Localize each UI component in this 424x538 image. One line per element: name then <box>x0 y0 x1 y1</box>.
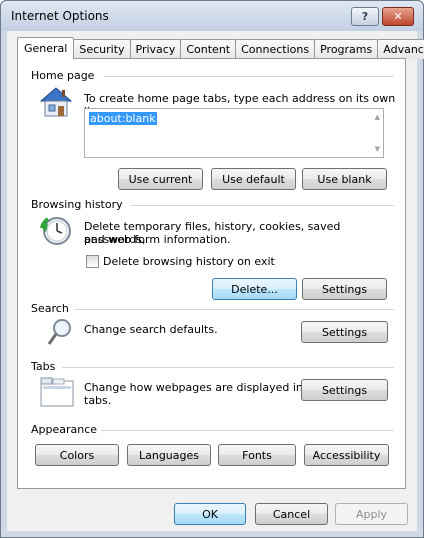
accessibility-button[interactable]: Accessibility <box>304 444 389 466</box>
languages-button[interactable]: Languages <box>127 444 211 466</box>
tabs-description-2: tabs. <box>84 394 112 407</box>
search-description: Change search defaults. <box>84 323 218 336</box>
apply-button[interactable]: Apply <box>335 503 408 525</box>
browsing-history-divider <box>130 205 394 206</box>
delete-on-exit-label[interactable]: Delete browsing history on exit <box>103 255 275 268</box>
scroll-down-icon[interactable]: ▼ <box>375 145 380 153</box>
scroll-up-icon[interactable]: ▲ <box>375 113 380 121</box>
appearance-divider <box>98 430 394 431</box>
tab-strip: General Security Privacy Content Connect… <box>17 37 424 59</box>
tabs-divider <box>62 367 394 368</box>
search-title: Search <box>31 302 73 315</box>
tab-security[interactable]: Security <box>73 39 131 59</box>
use-blank-button[interactable]: Use blank <box>302 168 387 190</box>
cancel-button[interactable]: Cancel <box>255 503 328 525</box>
dialog-body: General Security Privacy Content Connect… <box>7 31 424 531</box>
tab-general[interactable]: General <box>17 37 75 59</box>
internet-options-window: Internet Options ? ✕ General Security Pr… <box>0 0 424 538</box>
home-page-value: about:blank <box>89 112 157 125</box>
delete-button[interactable]: Delete... <box>212 278 297 300</box>
home-page-divider <box>104 76 394 77</box>
browsing-history-description-2: and web form information. <box>84 233 231 246</box>
tab-advanced[interactable]: Advanced <box>377 39 424 59</box>
tabs-settings-button[interactable]: Settings <box>301 379 388 401</box>
search-magnifier-icon <box>47 319 71 345</box>
tabs-title: Tabs <box>31 360 60 373</box>
tab-content[interactable]: Content <box>180 39 237 59</box>
close-button[interactable]: ✕ <box>382 7 414 26</box>
browsing-history-title: Browsing history <box>31 198 127 211</box>
browsing-history-settings-button[interactable]: Settings <box>302 278 387 300</box>
home-icon <box>39 87 73 117</box>
ok-button[interactable]: OK <box>174 503 246 525</box>
use-current-button[interactable]: Use current <box>118 168 203 190</box>
colors-button[interactable]: Colors <box>35 444 119 466</box>
search-divider <box>74 309 394 310</box>
fonts-button[interactable]: Fonts <box>218 444 296 466</box>
tabs-description-1: Change how webpages are displayed in <box>84 381 303 394</box>
title-bar[interactable]: Internet Options ? ✕ <box>1 1 423 31</box>
tab-programs[interactable]: Programs <box>314 39 379 59</box>
appearance-title: Appearance <box>31 423 102 436</box>
use-default-button[interactable]: Use default <box>211 168 296 190</box>
tab-privacy[interactable]: Privacy <box>129 39 182 59</box>
home-page-textarea[interactable]: about:blank ▲ ▼ <box>84 108 384 158</box>
tabs-window-icon <box>40 377 74 407</box>
home-page-title: Home page <box>31 69 99 82</box>
window-title: Internet Options <box>11 9 109 23</box>
search-settings-button[interactable]: Settings <box>301 321 388 343</box>
history-clock-icon <box>40 217 71 245</box>
help-button[interactable]: ? <box>351 7 379 26</box>
delete-on-exit-checkbox[interactable] <box>86 255 99 268</box>
general-tab-panel: Home page To create home page tabs, type… <box>17 58 406 489</box>
tab-connections[interactable]: Connections <box>235 39 316 59</box>
